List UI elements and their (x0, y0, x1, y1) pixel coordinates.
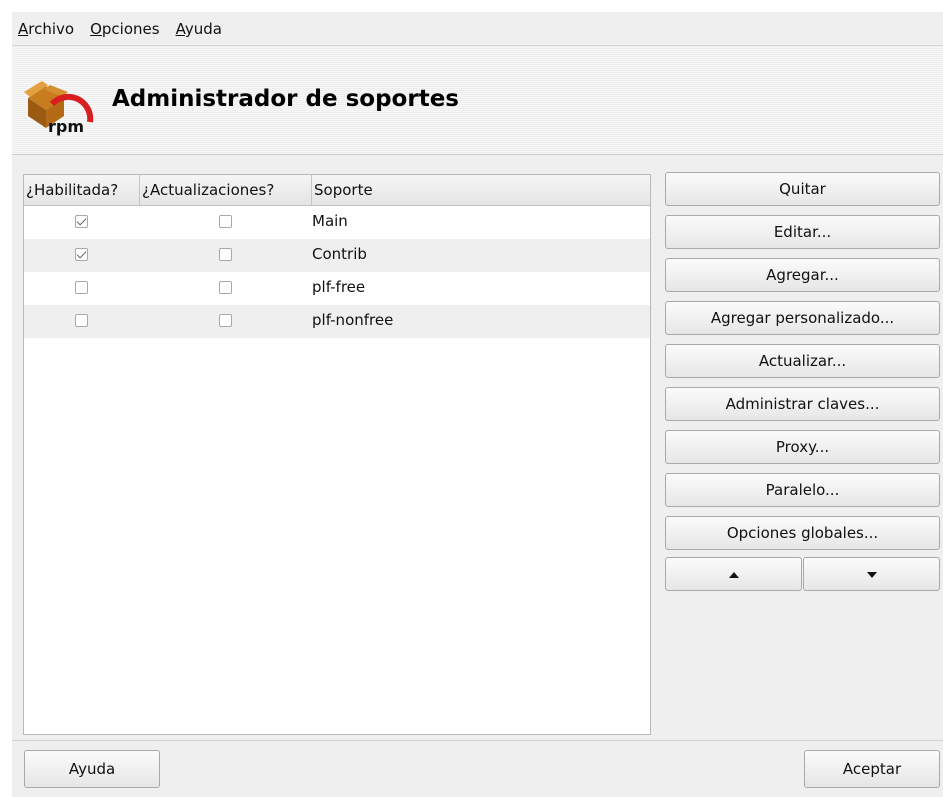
header-banner: rpm Administrador de soportes (12, 46, 943, 155)
updates-checkbox[interactable] (219, 215, 232, 228)
add-custom-button[interactable]: Agregar personalizado... (665, 301, 940, 335)
help-button[interactable]: Ayuda (24, 750, 160, 788)
enabled-checkbox[interactable] (75, 314, 88, 327)
ok-button[interactable]: Aceptar (804, 750, 940, 788)
column-header-enabled[interactable]: ¿Habilitada? (24, 175, 140, 205)
media-name: plf-free (312, 278, 366, 296)
enabled-checkbox[interactable] (75, 248, 88, 261)
manage-keys-button[interactable]: Administrar claves... (665, 387, 940, 421)
arrow-up-icon (728, 571, 739, 578)
menu-archivo[interactable]: Archivo (18, 20, 74, 38)
table-header: ¿Habilitada? ¿Actualizaciones? Soporte (24, 175, 650, 206)
table-row[interactable]: plf-nonfree (24, 305, 650, 338)
menu-opciones[interactable]: Opciones (90, 20, 159, 38)
svg-text:rpm: rpm (48, 117, 84, 136)
page-title: Administrador de soportes (112, 86, 459, 112)
move-up-button[interactable] (665, 557, 802, 591)
media-table[interactable]: ¿Habilitada? ¿Actualizaciones? Soporte M… (23, 174, 651, 735)
updates-checkbox[interactable] (219, 248, 232, 261)
enabled-checkbox[interactable] (75, 215, 88, 228)
edit-button[interactable]: Editar... (665, 215, 940, 249)
media-name: Main (312, 212, 348, 230)
proxy-button[interactable]: Proxy... (665, 430, 940, 464)
table-row[interactable]: Main (24, 206, 650, 239)
add-button[interactable]: Agregar... (665, 258, 940, 292)
arrow-down-icon (866, 571, 877, 578)
remove-button[interactable]: Quitar (665, 172, 940, 206)
table-row[interactable]: Contrib (24, 239, 650, 272)
column-header-updates[interactable]: ¿Actualizaciones? (140, 175, 312, 205)
media-name: plf-nonfree (312, 311, 394, 329)
media-manager-window: Archivo Opciones Ayuda rpm Administrador… (12, 12, 943, 797)
menu-ayuda[interactable]: Ayuda (176, 20, 222, 38)
updates-checkbox[interactable] (219, 314, 232, 327)
enabled-checkbox[interactable] (75, 281, 88, 294)
rpm-package-icon: rpm (24, 81, 94, 136)
column-header-media[interactable]: Soporte (312, 175, 650, 205)
parallel-button[interactable]: Paralelo... (665, 473, 940, 507)
table-row[interactable]: plf-free (24, 272, 650, 305)
menu-bar: Archivo Opciones Ayuda (12, 12, 943, 46)
move-down-button[interactable] (803, 557, 940, 591)
global-options-button[interactable]: Opciones globales... (665, 516, 940, 550)
media-name: Contrib (312, 245, 367, 263)
updates-checkbox[interactable] (219, 281, 232, 294)
bottom-separator (12, 740, 943, 741)
update-button[interactable]: Actualizar... (665, 344, 940, 378)
table-body: Main Contrib plf-free plf-nonfree (24, 206, 650, 338)
